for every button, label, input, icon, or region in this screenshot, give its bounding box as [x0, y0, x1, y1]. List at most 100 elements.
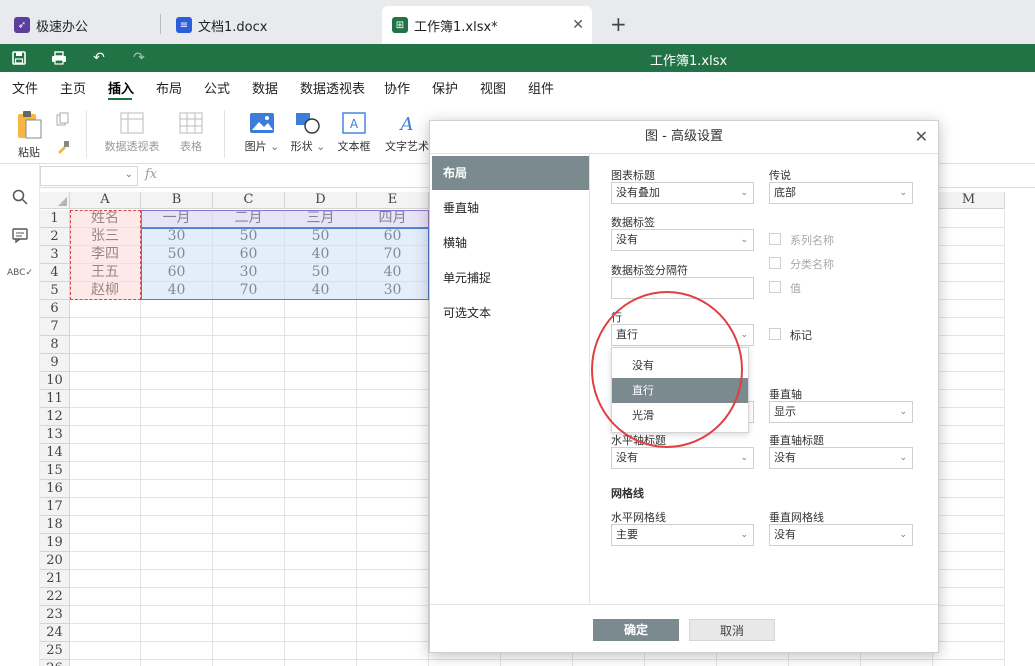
cell[interactable] — [933, 588, 1005, 606]
cell[interactable] — [213, 372, 285, 390]
cell[interactable] — [141, 462, 213, 480]
cell[interactable] — [357, 390, 429, 408]
column-header[interactable]: B — [141, 192, 213, 209]
row-header[interactable]: 5 — [40, 282, 70, 300]
chart-title-select[interactable]: 没有叠加 ⌄ — [611, 182, 754, 204]
cell[interactable] — [141, 660, 213, 666]
cell[interactable] — [141, 516, 213, 534]
cell[interactable] — [501, 660, 573, 666]
cell[interactable] — [141, 390, 213, 408]
cell[interactable] — [357, 318, 429, 336]
cell[interactable] — [141, 354, 213, 372]
cell[interactable] — [357, 336, 429, 354]
ok-button[interactable]: 确定 — [593, 619, 679, 641]
cell[interactable] — [285, 408, 357, 426]
cell[interactable] — [213, 408, 285, 426]
cell[interactable] — [70, 462, 141, 480]
cell[interactable] — [933, 336, 1005, 354]
wordart-button[interactable]: A 文字艺术 — [384, 112, 430, 154]
cell[interactable] — [357, 516, 429, 534]
row-header[interactable]: 14 — [40, 444, 70, 462]
print-icon[interactable] — [50, 49, 68, 67]
series-name-checkbox[interactable] — [769, 233, 781, 245]
close-tab-icon[interactable]: ✕ — [572, 17, 584, 33]
cell[interactable] — [933, 318, 1005, 336]
row-header[interactable]: 3 — [40, 246, 70, 264]
cell[interactable] — [357, 660, 429, 666]
menu-file[interactable]: 文件 — [12, 78, 38, 97]
cell[interactable] — [213, 444, 285, 462]
cell[interactable] — [357, 444, 429, 462]
cell[interactable] — [357, 426, 429, 444]
value-checkbox[interactable] — [769, 281, 781, 293]
undo-icon[interactable]: ↶ — [90, 49, 108, 67]
cell[interactable] — [141, 372, 213, 390]
cell[interactable] — [213, 462, 285, 480]
cell[interactable] — [357, 606, 429, 624]
cell[interactable] — [285, 606, 357, 624]
row-header[interactable]: 22 — [40, 588, 70, 606]
cell[interactable] — [70, 534, 141, 552]
cell[interactable] — [357, 498, 429, 516]
cell[interactable] — [213, 642, 285, 660]
cell[interactable] — [285, 426, 357, 444]
nav-horizontal-axis[interactable]: 横轴 — [432, 226, 589, 260]
cell[interactable] — [285, 480, 357, 498]
table-button[interactable]: 表格 — [176, 112, 206, 154]
cell[interactable] — [141, 336, 213, 354]
save-icon[interactable] — [10, 49, 28, 67]
cell[interactable] — [70, 336, 141, 354]
cell[interactable] — [213, 516, 285, 534]
column-header[interactable]: M — [933, 192, 1005, 209]
cell[interactable] — [285, 570, 357, 588]
cell[interactable] — [70, 498, 141, 516]
shape-button[interactable]: 形状 ⌄ — [290, 112, 326, 154]
cell[interactable] — [933, 480, 1005, 498]
cell[interactable] — [285, 642, 357, 660]
row-header[interactable]: 7 — [40, 318, 70, 336]
column-header[interactable]: C — [213, 192, 285, 209]
row-header[interactable]: 24 — [40, 624, 70, 642]
row-header[interactable]: 15 — [40, 462, 70, 480]
row-header[interactable]: 17 — [40, 498, 70, 516]
cell[interactable] — [357, 534, 429, 552]
cell[interactable] — [285, 372, 357, 390]
cell[interactable] — [70, 354, 141, 372]
cell[interactable] — [357, 480, 429, 498]
cell[interactable] — [933, 552, 1005, 570]
cell[interactable] — [141, 480, 213, 498]
cell[interactable] — [70, 660, 141, 666]
column-header[interactable]: E — [357, 192, 429, 209]
select-all-corner[interactable] — [40, 192, 70, 209]
cell[interactable] — [141, 588, 213, 606]
cell[interactable] — [357, 642, 429, 660]
cell[interactable] — [213, 390, 285, 408]
cell[interactable] — [70, 588, 141, 606]
cell[interactable] — [213, 498, 285, 516]
cancel-button[interactable]: 取消 — [689, 619, 775, 641]
nav-cell-snapping[interactable]: 单元捕捉 — [432, 261, 589, 295]
cell[interactable] — [357, 408, 429, 426]
category-name-checkbox[interactable] — [769, 257, 781, 269]
cell[interactable] — [70, 426, 141, 444]
format-painter-button[interactable] — [55, 140, 71, 157]
cell[interactable] — [213, 534, 285, 552]
menu-view[interactable]: 视图 — [480, 78, 506, 97]
close-icon[interactable]: ✕ — [915, 127, 928, 146]
cell[interactable] — [70, 570, 141, 588]
row-header[interactable]: 13 — [40, 426, 70, 444]
paste-button[interactable]: 粘贴 — [14, 110, 44, 160]
menu-collab[interactable]: 协作 — [384, 78, 410, 97]
redo-icon[interactable]: ↷ — [130, 49, 148, 67]
cell[interactable] — [141, 606, 213, 624]
cell[interactable] — [141, 552, 213, 570]
cell[interactable] — [213, 480, 285, 498]
cell[interactable] — [933, 210, 1005, 228]
vertical-axis-title-select[interactable]: 没有 ⌄ — [769, 447, 913, 469]
cell[interactable] — [213, 624, 285, 642]
cell[interactable] — [213, 588, 285, 606]
cell[interactable] — [933, 426, 1005, 444]
tab-workbook[interactable]: ⊞ 工作簿1.xlsx* ✕ — [382, 6, 592, 44]
cell[interactable] — [933, 408, 1005, 426]
cell[interactable] — [933, 300, 1005, 318]
